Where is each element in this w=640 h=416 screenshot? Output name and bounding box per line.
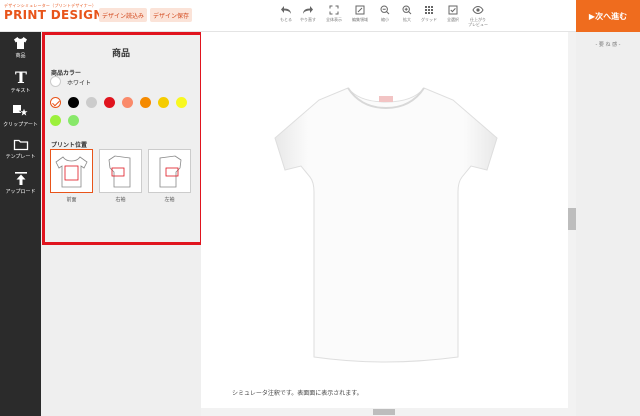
grid-icon <box>425 6 433 14</box>
sidebar-item-label: テンプレート <box>5 154 36 160</box>
sidebar-item-label: クリップアート <box>3 122 38 128</box>
sidebar-item-label: テキスト <box>10 88 31 94</box>
sidebar-item-clipart[interactable]: クリップアート <box>0 104 41 128</box>
tshirt-preview <box>274 87 498 363</box>
load-design-button[interactable]: デザイン読込み <box>99 8 147 22</box>
product-panel: 商品 商品カラー プリント位置 <box>41 32 203 416</box>
fit-screen-icon <box>329 5 339 15</box>
fit-screen-button[interactable]: 全体表示 <box>322 5 346 22</box>
vertical-scrollbar[interactable] <box>568 32 576 408</box>
svg-text:T: T <box>15 69 27 85</box>
undo-label: もとる <box>280 17 292 22</box>
undo-button[interactable]: もとる <box>274 5 298 22</box>
color-swatch[interactable] <box>86 97 97 108</box>
text-icon: T <box>15 69 27 85</box>
current-color-name: ホワイト <box>67 80 92 87</box>
horizontal-scroll-thumb[interactable] <box>373 409 395 415</box>
sidebar-item-template[interactable]: テンプレート <box>0 138 41 160</box>
redo-label: やり直す <box>300 17 316 22</box>
canvas-note: シミュレータ注釈です。表面面に表示されます。 <box>232 390 363 397</box>
tshirt-right-sleeve-icon <box>108 155 131 188</box>
save-design-button[interactable]: デザイン保存 <box>150 8 192 22</box>
left-sidebar: 商品 T テキスト クリップアート テンプレート アップロード <box>0 32 41 416</box>
zoom-in-label: 拡大 <box>403 17 411 22</box>
select-all-button[interactable]: 全選択 <box>441 5 465 22</box>
zoom-out-icon <box>380 5 390 15</box>
next-step-button[interactable]: ▶次へ進む <box>576 0 640 32</box>
zoom-out-button[interactable]: 縮小 <box>373 5 397 22</box>
redo-button[interactable]: やり直す <box>296 5 320 22</box>
zoom-in-button[interactable]: 拡大 <box>395 5 419 22</box>
zoom-out-label: 縮小 <box>381 17 389 22</box>
vertical-scroll-thumb[interactable] <box>568 208 576 230</box>
fit-screen-label: 全体表示 <box>326 17 342 22</box>
sidebar-item-label: 商品 <box>15 53 26 59</box>
position-label: 左袖 <box>164 197 175 203</box>
color-swatch[interactable] <box>50 97 61 108</box>
sidebar-item-product[interactable]: 商品 <box>0 36 41 59</box>
color-swatch[interactable] <box>158 97 169 108</box>
right-panel <box>576 32 640 416</box>
color-swatch[interactable] <box>68 115 79 126</box>
design-canvas[interactable] <box>201 32 568 408</box>
sidebar-item-upload[interactable]: アップロード <box>0 171 41 195</box>
color-swatch[interactable] <box>68 97 79 108</box>
right-panel-note: - 要 ね 感 - <box>595 42 621 48</box>
color-swatch[interactable] <box>176 97 187 108</box>
sidebar-item-label: アップロード <box>5 189 36 195</box>
select-all-label: 全選択 <box>447 17 459 22</box>
top-toolbar: デザインシミュレーター（プリントデザイナー） PRINT DESIGNER デザ… <box>0 0 640 32</box>
color-swatch[interactable] <box>122 97 133 108</box>
position-label: 右袖 <box>115 197 126 203</box>
horizontal-scrollbar[interactable] <box>201 408 576 416</box>
grid-label: グリッド <box>421 17 437 22</box>
print-position-right-sleeve[interactable] <box>99 149 142 193</box>
position-label: 前面 <box>66 197 77 203</box>
edit-area-label: 編集領域 <box>352 17 368 22</box>
redo-icon <box>303 6 313 14</box>
eye-icon <box>472 5 484 15</box>
preview-label-2: プレビュー <box>468 22 488 27</box>
tshirt-left-sleeve-icon <box>159 155 182 188</box>
panel-title: 商品 <box>111 49 130 59</box>
print-position-label: プリント位置 <box>51 142 88 149</box>
sidebar-item-text[interactable]: T テキスト <box>0 69 41 94</box>
color-swatch[interactable] <box>104 97 115 108</box>
color-swatch[interactable] <box>50 115 61 126</box>
folder-icon <box>13 139 28 151</box>
print-position-front[interactable] <box>50 149 93 193</box>
edit-area-icon <box>355 5 365 15</box>
grid-button[interactable]: グリッド <box>417 5 441 22</box>
upload-icon <box>14 172 27 185</box>
zoom-in-icon <box>402 5 412 15</box>
clipart-icon <box>12 105 29 117</box>
tshirt-front-icon <box>55 156 88 188</box>
tshirt-icon <box>14 37 27 49</box>
color-swatch[interactable] <box>140 97 151 108</box>
current-color-dot <box>50 76 61 87</box>
undo-icon <box>281 6 291 14</box>
edit-area-button[interactable]: 編集領域 <box>348 5 372 22</box>
select-all-icon <box>448 5 458 15</box>
preview-button[interactable]: 仕上がり プレビュー <box>466 5 490 27</box>
highlight-frame <box>42 32 203 245</box>
print-position-left-sleeve[interactable] <box>148 149 191 193</box>
